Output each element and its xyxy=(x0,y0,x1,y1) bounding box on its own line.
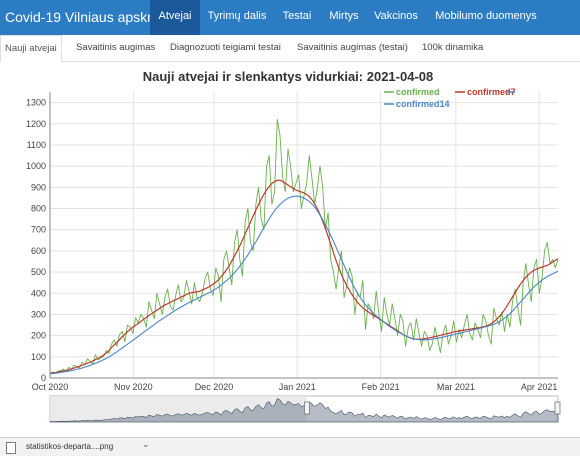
x-tick-label: Mar 2021 xyxy=(437,382,475,392)
subtab-bar: Nauji atvejai Savaitinis augimas Diagnoz… xyxy=(0,35,580,62)
y-tick-label: 600 xyxy=(31,246,46,256)
y-tick-label: 400 xyxy=(31,288,46,298)
range-navigator[interactable] xyxy=(49,395,561,423)
y-tick-label: 800 xyxy=(31,204,46,214)
y-tick-label: 1100 xyxy=(27,140,46,150)
chevron-down-icon[interactable]: ⌄ xyxy=(142,440,150,450)
file-icon xyxy=(6,442,16,454)
nav-mirtys[interactable]: Mirtys xyxy=(326,0,362,35)
x-tick-label: Dec 2020 xyxy=(195,382,234,392)
legend-label-confirmed: confirmed xyxy=(396,87,440,97)
nav-mobilumo-duomenys[interactable]: Mobilumo duomenys xyxy=(432,0,540,35)
navigator-handle-left xyxy=(304,401,310,415)
tab-savaitinis-augimas[interactable]: Savaitinis augimas xyxy=(76,35,155,60)
y-tick-label: 500 xyxy=(31,267,46,277)
series-line-confirmed14 xyxy=(49,195,559,375)
series-line-confirmed7 xyxy=(49,179,559,374)
x-tick-label: Nov 2020 xyxy=(114,382,153,392)
app-title[interactable]: Covid-19 Vilniaus apskr. xyxy=(5,9,155,25)
tab-nauji-atvejai[interactable]: Nauji atvejai xyxy=(0,35,62,62)
cases-chart: Nauji atvejai ir slenkantys vidurkiai: 2… xyxy=(26,69,561,423)
top-navbar: Covid-19 Vilniaus apskr. Atvejai Tyrimų … xyxy=(0,0,580,35)
x-tick-label: Apr 2021 xyxy=(521,382,558,392)
nav-testai[interactable]: Testai xyxy=(279,0,315,35)
y-tick-label: 300 xyxy=(31,309,46,319)
y-tick-label: 100 xyxy=(31,352,46,362)
x-tick-label: Jan 2021 xyxy=(279,382,316,392)
nav-vakcinos[interactable]: Vakcinos xyxy=(372,0,420,35)
y-tick-label: 900 xyxy=(31,182,46,192)
tab-diagnozuoti-teigiami-testai[interactable]: Diagnozuoti teigiami testai xyxy=(170,35,281,60)
x-tick-label: Feb 2021 xyxy=(362,382,400,392)
tab-savaitinis-augimas-testai[interactable]: Savaitinis augimas (testai) xyxy=(297,35,408,60)
y-tick-label: 1200 xyxy=(26,119,46,129)
navigator-handle-right xyxy=(554,401,561,415)
download-filename[interactable]: statistikos-departa....png xyxy=(26,442,113,451)
downloads-bar: statistikos-departa....png ⌄ xyxy=(0,437,580,456)
x-tick-label: Oct 2020 xyxy=(32,382,69,392)
chart-axes: 0100200300400500600700800900100011001200… xyxy=(26,92,558,392)
nav-tyrimu-dalis[interactable]: Tyrimų dalis xyxy=(204,0,270,35)
legend-label-confirmed14: confirmed14 xyxy=(396,99,450,109)
y-tick-label: 200 xyxy=(31,331,46,341)
y-tick-label: 700 xyxy=(31,225,46,235)
nav-atvejai[interactable]: Atvejai xyxy=(150,0,200,35)
chart-legend[interactable]: confirmed confirmed7confirmed14 xyxy=(384,87,516,109)
chart-title: Nauji atvejai ir slenkantys vidurkiai: 2… xyxy=(143,69,433,84)
tab-100k-dinamika[interactable]: 100k dinamika xyxy=(422,35,483,60)
y-tick-label: 1000 xyxy=(26,161,46,171)
y-tick-label: 1300 xyxy=(26,98,46,108)
